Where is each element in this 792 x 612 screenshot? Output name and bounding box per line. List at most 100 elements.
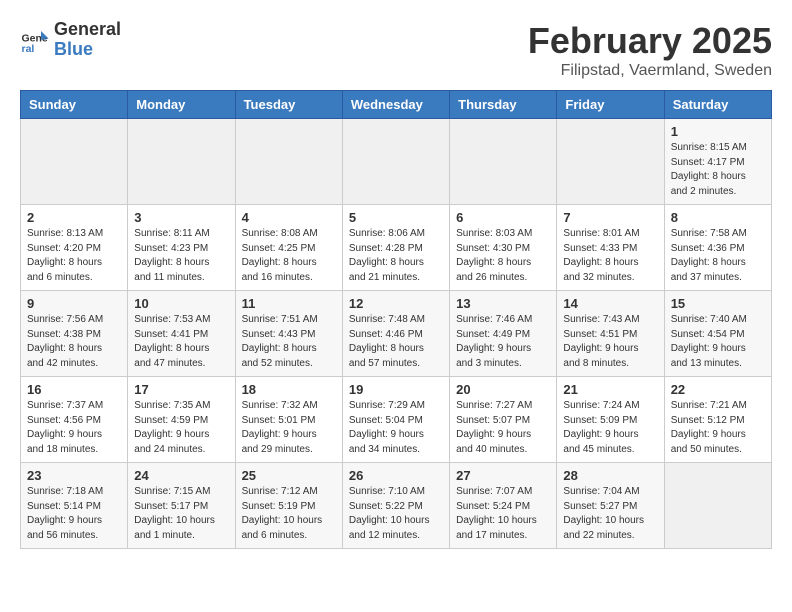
day-info: Sunrise: 8:08 AM Sunset: 4:25 PM Dayligh… xyxy=(242,227,336,285)
calendar-cell: 10 Sunrise: 7:53 AM Sunset: 4:41 PM Dayli… xyxy=(128,291,235,377)
day-number: 13 xyxy=(456,296,550,311)
day-number: 20 xyxy=(456,382,550,397)
calendar-week-row: 1 Sunrise: 8:15 AM Sunset: 4:17 PM Daylig… xyxy=(21,119,772,205)
day-number: 26 xyxy=(349,468,443,483)
calendar-week-row: 23 Sunrise: 7:18 AM Sunset: 5:14 PM Dayli… xyxy=(21,463,772,549)
day-number: 27 xyxy=(456,468,550,483)
day-info: Sunrise: 8:06 AM Sunset: 4:28 PM Dayligh… xyxy=(349,227,443,285)
day-info: Sunrise: 7:18 AM Sunset: 5:14 PM Dayligh… xyxy=(27,485,121,543)
day-info: Sunrise: 8:03 AM Sunset: 4:30 PM Dayligh… xyxy=(456,227,550,285)
day-info: Sunrise: 8:11 AM Sunset: 4:23 PM Dayligh… xyxy=(134,227,228,285)
day-info: Sunrise: 7:32 AM Sunset: 5:01 PM Dayligh… xyxy=(242,399,336,457)
day-info: Sunrise: 7:56 AM Sunset: 4:38 PM Dayligh… xyxy=(27,313,121,371)
day-info: Sunrise: 8:01 AM Sunset: 4:33 PM Dayligh… xyxy=(563,227,657,285)
day-number: 23 xyxy=(27,468,121,483)
logo-text-general: General xyxy=(54,19,121,39)
day-number: 1 xyxy=(671,124,765,139)
month-title: February 2025 xyxy=(528,20,772,62)
day-number: 19 xyxy=(349,382,443,397)
day-number: 11 xyxy=(242,296,336,311)
day-number: 4 xyxy=(242,210,336,225)
header-row: SundayMondayTuesdayWednesdayThursdayFrid… xyxy=(21,91,772,119)
day-number: 5 xyxy=(349,210,443,225)
day-info: Sunrise: 7:37 AM Sunset: 4:56 PM Dayligh… xyxy=(27,399,121,457)
day-number: 25 xyxy=(242,468,336,483)
day-info: Sunrise: 7:07 AM Sunset: 5:24 PM Dayligh… xyxy=(456,485,550,543)
calendar-cell: 4 Sunrise: 8:08 AM Sunset: 4:25 PM Daylig… xyxy=(235,205,342,291)
day-info: Sunrise: 7:24 AM Sunset: 5:09 PM Dayligh… xyxy=(563,399,657,457)
calendar-cell: 8 Sunrise: 7:58 AM Sunset: 4:36 PM Daylig… xyxy=(664,205,771,291)
calendar-cell: 23 Sunrise: 7:18 AM Sunset: 5:14 PM Dayli… xyxy=(21,463,128,549)
calendar-cell: 26 Sunrise: 7:10 AM Sunset: 5:22 PM Dayli… xyxy=(342,463,449,549)
day-info: Sunrise: 7:48 AM Sunset: 4:46 PM Dayligh… xyxy=(349,313,443,371)
day-number: 22 xyxy=(671,382,765,397)
calendar-cell: 5 Sunrise: 8:06 AM Sunset: 4:28 PM Daylig… xyxy=(342,205,449,291)
calendar-cell xyxy=(557,119,664,205)
day-number: 28 xyxy=(563,468,657,483)
calendar-cell: 27 Sunrise: 7:07 AM Sunset: 5:24 PM Dayli… xyxy=(450,463,557,549)
day-number: 17 xyxy=(134,382,228,397)
day-info: Sunrise: 7:10 AM Sunset: 5:22 PM Dayligh… xyxy=(349,485,443,543)
calendar-cell: 2 Sunrise: 8:13 AM Sunset: 4:20 PM Daylig… xyxy=(21,205,128,291)
weekday-header: Friday xyxy=(557,91,664,119)
calendar-cell: 16 Sunrise: 7:37 AM Sunset: 4:56 PM Dayli… xyxy=(21,377,128,463)
day-number: 10 xyxy=(134,296,228,311)
calendar-cell xyxy=(21,119,128,205)
day-number: 7 xyxy=(563,210,657,225)
calendar-cell: 6 Sunrise: 8:03 AM Sunset: 4:30 PM Daylig… xyxy=(450,205,557,291)
calendar-cell: 18 Sunrise: 7:32 AM Sunset: 5:01 PM Dayli… xyxy=(235,377,342,463)
day-info: Sunrise: 7:53 AM Sunset: 4:41 PM Dayligh… xyxy=(134,313,228,371)
calendar-cell: 11 Sunrise: 7:51 AM Sunset: 4:43 PM Dayli… xyxy=(235,291,342,377)
calendar-cell: 12 Sunrise: 7:48 AM Sunset: 4:46 PM Dayli… xyxy=(342,291,449,377)
weekday-header: Thursday xyxy=(450,91,557,119)
calendar-week-row: 16 Sunrise: 7:37 AM Sunset: 4:56 PM Dayli… xyxy=(21,377,772,463)
day-number: 14 xyxy=(563,296,657,311)
day-info: Sunrise: 7:29 AM Sunset: 5:04 PM Dayligh… xyxy=(349,399,443,457)
calendar-cell xyxy=(450,119,557,205)
weekday-header: Wednesday xyxy=(342,91,449,119)
calendar-cell: 13 Sunrise: 7:46 AM Sunset: 4:49 PM Dayli… xyxy=(450,291,557,377)
day-number: 6 xyxy=(456,210,550,225)
day-info: Sunrise: 7:58 AM Sunset: 4:36 PM Dayligh… xyxy=(671,227,765,285)
day-number: 3 xyxy=(134,210,228,225)
calendar-cell: 28Sunrise: 7:04 AM Sunset: 5:27 PM Dayli… xyxy=(557,463,664,549)
day-info: Sunrise: 8:13 AM Sunset: 4:20 PM Dayligh… xyxy=(27,227,121,285)
calendar-cell: 7 Sunrise: 8:01 AM Sunset: 4:33 PM Daylig… xyxy=(557,205,664,291)
day-info: Sunrise: 7:35 AM Sunset: 4:59 PM Dayligh… xyxy=(134,399,228,457)
day-number: 18 xyxy=(242,382,336,397)
logo-text-blue: Blue xyxy=(54,40,121,60)
svg-text:ral: ral xyxy=(22,43,35,55)
day-info: Sunrise: 7:43 AM Sunset: 4:51 PM Dayligh… xyxy=(563,313,657,371)
calendar-cell xyxy=(342,119,449,205)
day-number: 16 xyxy=(27,382,121,397)
logo: Gene ral General Blue xyxy=(20,20,121,60)
location: Filipstad, Vaermland, Sweden xyxy=(528,62,772,80)
day-number: 9 xyxy=(27,296,121,311)
calendar-cell xyxy=(235,119,342,205)
day-number: 12 xyxy=(349,296,443,311)
logo-icon: Gene ral xyxy=(20,25,50,55)
day-info: Sunrise: 7:46 AM Sunset: 4:49 PM Dayligh… xyxy=(456,313,550,371)
calendar-cell: 24Sunrise: 7:15 AM Sunset: 5:17 PM Dayli… xyxy=(128,463,235,549)
calendar-cell: 1 Sunrise: 8:15 AM Sunset: 4:17 PM Daylig… xyxy=(664,119,771,205)
day-number: 2 xyxy=(27,210,121,225)
day-number: 15 xyxy=(671,296,765,311)
day-number: 21 xyxy=(563,382,657,397)
day-info: Sunrise: 7:51 AM Sunset: 4:43 PM Dayligh… xyxy=(242,313,336,371)
weekday-header: Tuesday xyxy=(235,91,342,119)
title-block: February 2025 Filipstad, Vaermland, Swed… xyxy=(528,20,772,80)
calendar-cell: 14 Sunrise: 7:43 AM Sunset: 4:51 PM Dayli… xyxy=(557,291,664,377)
calendar-cell: 15 Sunrise: 7:40 AM Sunset: 4:54 PM Dayli… xyxy=(664,291,771,377)
day-info: Sunrise: 8:15 AM Sunset: 4:17 PM Dayligh… xyxy=(671,141,765,199)
calendar-week-row: 9 Sunrise: 7:56 AM Sunset: 4:38 PM Daylig… xyxy=(21,291,772,377)
calendar-cell xyxy=(664,463,771,549)
day-info: Sunrise: 7:12 AM Sunset: 5:19 PM Dayligh… xyxy=(242,485,336,543)
calendar-table: SundayMondayTuesdayWednesdayThursdayFrid… xyxy=(20,90,772,549)
calendar-cell: 9 Sunrise: 7:56 AM Sunset: 4:38 PM Daylig… xyxy=(21,291,128,377)
calendar-cell: 19 Sunrise: 7:29 AM Sunset: 5:04 PM Dayli… xyxy=(342,377,449,463)
calendar-cell: 22Sunrise: 7:21 AM Sunset: 5:12 PM Dayli… xyxy=(664,377,771,463)
day-info: Sunrise: 7:40 AM Sunset: 4:54 PM Dayligh… xyxy=(671,313,765,371)
weekday-header: Monday xyxy=(128,91,235,119)
day-number: 8 xyxy=(671,210,765,225)
day-info: Sunrise: 7:27 AM Sunset: 5:07 PM Dayligh… xyxy=(456,399,550,457)
